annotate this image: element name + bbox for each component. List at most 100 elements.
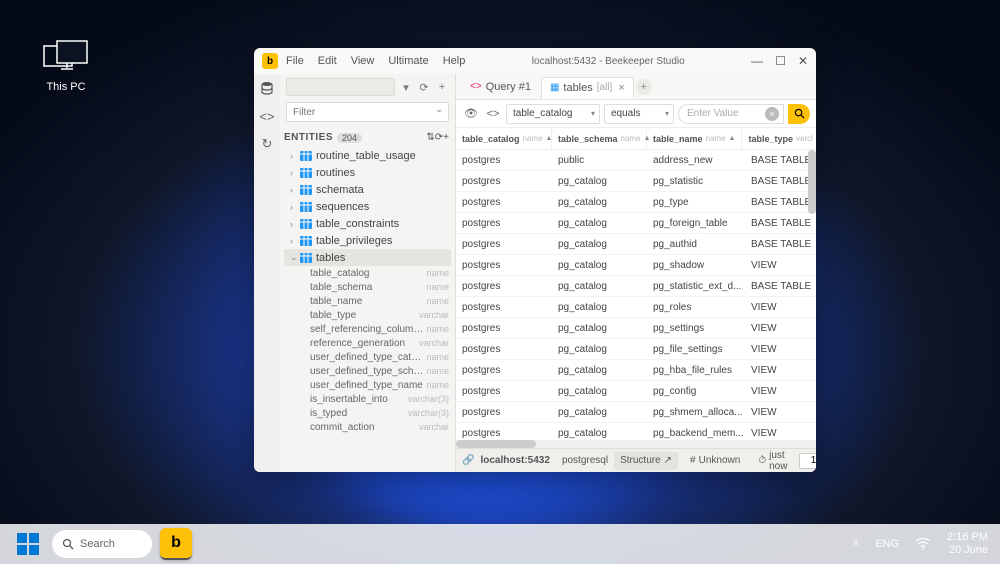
- table-row[interactable]: postgrespg_catalogpg_rolesVIEW: [456, 297, 816, 318]
- column-item[interactable]: self_referencing_column...name: [280, 322, 455, 336]
- tree-item[interactable]: ›table_constraints: [280, 215, 455, 232]
- menu-view[interactable]: View: [351, 55, 375, 67]
- table-row[interactable]: postgrespublicaddress_newBASE TABLE: [456, 150, 816, 171]
- filter-column-select[interactable]: table_catalog: [506, 104, 600, 124]
- taskbar-search[interactable]: Search: [52, 530, 152, 558]
- menu-file[interactable]: File: [286, 55, 304, 67]
- table-row[interactable]: postgrespg_catalogpg_file_settingsVIEW: [456, 339, 816, 360]
- tab-query[interactable]: <> Query #1: [462, 76, 539, 98]
- table-row[interactable]: postgrespg_catalogpg_shmem_alloca...VIEW: [456, 402, 816, 423]
- col-header[interactable]: table_namename▲: [647, 128, 742, 149]
- chevron-icon: ›: [290, 168, 300, 178]
- vertical-scrollbar[interactable]: [808, 150, 816, 214]
- tray-chevron-icon[interactable]: ˄: [853, 538, 859, 550]
- filter-apply-button[interactable]: [788, 104, 810, 124]
- dropdown-icon[interactable]: ▾: [399, 81, 413, 94]
- cell: pg_shadow: [647, 255, 745, 275]
- menu-help[interactable]: Help: [443, 55, 466, 67]
- entities-filter-input[interactable]: [286, 102, 449, 122]
- column-item[interactable]: user_defined_type_catalogname: [280, 350, 455, 364]
- column-item[interactable]: user_defined_type_namename: [280, 378, 455, 392]
- tree-item[interactable]: ›table_privileges: [280, 232, 455, 249]
- wifi-icon[interactable]: [915, 538, 931, 550]
- cell: pg_foreign_table: [647, 213, 745, 233]
- tree-item-label: routine_table_usage: [316, 150, 455, 162]
- cell: pg_config: [647, 381, 745, 401]
- tree-item-label: tables: [316, 252, 451, 264]
- clock-icon: ⏱: [758, 455, 766, 466]
- table-row[interactable]: postgrespg_catalogpg_typeBASE TABLE: [456, 192, 816, 213]
- page-input[interactable]: [799, 453, 816, 469]
- desktop-icon-this-pc[interactable]: This PC: [35, 40, 97, 93]
- table-row[interactable]: postgrespg_catalogpg_authidBASE TABLE: [456, 234, 816, 255]
- column-item[interactable]: table_typevarchar: [280, 308, 455, 322]
- history-icon[interactable]: ↻: [259, 136, 275, 152]
- col-header[interactable]: table_schemaname▲: [552, 128, 647, 149]
- clear-filter-icon[interactable]: ×: [765, 107, 779, 121]
- refresh-icon[interactable]: ⟳: [417, 81, 431, 94]
- chevron-icon: ›: [290, 202, 300, 212]
- chevron-icon: ›: [290, 185, 300, 195]
- tab-label: tables: [563, 82, 592, 94]
- tray-clock[interactable]: 2:16 PM 20 June: [947, 531, 988, 557]
- table-row[interactable]: postgrespg_catalogpg_shadowVIEW: [456, 255, 816, 276]
- tree-item[interactable]: ⌄tables: [284, 249, 451, 266]
- refresh-entities-icon[interactable]: ⟳: [435, 132, 443, 143]
- cell: pg_catalog: [552, 360, 647, 380]
- cell: pg_catalog: [552, 234, 647, 254]
- filter-operator-select[interactable]: equals: [604, 104, 674, 124]
- column-item[interactable]: table_catalogname: [280, 266, 455, 280]
- table-row[interactable]: postgrespg_catalogpg_statisticBASE TABLE: [456, 171, 816, 192]
- table-row[interactable]: postgrespg_catalogpg_foreign_tableBASE T…: [456, 213, 816, 234]
- filter-value-input[interactable]: Enter Value ×: [678, 104, 784, 124]
- menu-bar: File Edit View Ultimate Help: [286, 55, 465, 67]
- horizontal-scrollbar-track[interactable]: [456, 440, 816, 448]
- horizontal-scrollbar-thumb[interactable]: [456, 440, 536, 448]
- main-area: <> Query #1 ▦ tables [all] × + 👁 <> tabl…: [456, 74, 816, 472]
- start-button[interactable]: [12, 528, 44, 560]
- table-row[interactable]: postgrespg_catalogpg_settingsVIEW: [456, 318, 816, 339]
- cell: BASE TABLE: [745, 171, 816, 191]
- eye-icon[interactable]: 👁: [462, 105, 480, 123]
- column-item[interactable]: is_typedvarchar(3): [280, 406, 455, 420]
- column-item[interactable]: table_schemaname: [280, 280, 455, 294]
- col-header[interactable]: table_catalogname▲: [456, 128, 552, 149]
- code-toggle-icon[interactable]: <>: [484, 105, 502, 123]
- tab-close-icon[interactable]: ×: [618, 82, 624, 94]
- column-item[interactable]: is_insertable_intovarchar(3): [280, 392, 455, 406]
- column-item[interactable]: commit_actionvarchar: [280, 420, 455, 434]
- table-row[interactable]: postgrespg_catalogpg_statistic_ext_d...B…: [456, 276, 816, 297]
- maximize-button[interactable]: ☐: [775, 54, 786, 68]
- tray-lang[interactable]: ENG: [875, 538, 899, 550]
- tab-tables[interactable]: ▦ tables [all] ×: [541, 77, 634, 99]
- cell: VIEW: [745, 339, 816, 359]
- structure-button[interactable]: Structure↗: [614, 452, 678, 470]
- menu-edit[interactable]: Edit: [318, 55, 337, 67]
- tree-item[interactable]: ›sequences: [280, 198, 455, 215]
- minimize-button[interactable]: —: [751, 54, 763, 68]
- add-icon[interactable]: +: [435, 81, 449, 93]
- column-item[interactable]: reference_generationvarchar: [280, 336, 455, 350]
- column-item[interactable]: table_namename: [280, 294, 455, 308]
- add-entity-icon[interactable]: +: [443, 132, 449, 143]
- query-icon[interactable]: <>: [259, 108, 275, 124]
- menu-ultimate[interactable]: Ultimate: [388, 55, 428, 67]
- new-tab-button[interactable]: +: [636, 79, 652, 95]
- taskbar-app-beekeeper[interactable]: b: [160, 528, 192, 560]
- table-row[interactable]: postgrespg_catalogpg_hba_file_rulesVIEW: [456, 360, 816, 381]
- tree-item[interactable]: ›routine_table_usage: [280, 147, 455, 164]
- code-icon: <>: [470, 81, 482, 92]
- side-panel: ▾ ⟳ + ENTITIES 204 ⇅ ⟳ + ›routine_table_…: [280, 74, 456, 472]
- col-header[interactable]: table_typevarcl: [742, 128, 816, 149]
- database-icon[interactable]: [259, 80, 275, 96]
- column-item[interactable]: user_defined_type_sche...name: [280, 364, 455, 378]
- cell: postgres: [456, 213, 552, 233]
- table-row[interactable]: postgrespg_catalogpg_configVIEW: [456, 381, 816, 402]
- table-row[interactable]: postgrespg_catalogpg_backend_mem...VIEW: [456, 423, 816, 440]
- tree-item-label: table_privileges: [316, 235, 455, 247]
- tree-item[interactable]: ›schemata: [280, 181, 455, 198]
- tree-item[interactable]: ›routines: [280, 164, 455, 181]
- collapse-icon[interactable]: ⇅: [426, 132, 434, 143]
- database-select[interactable]: [286, 78, 395, 96]
- close-button[interactable]: ✕: [798, 54, 808, 68]
